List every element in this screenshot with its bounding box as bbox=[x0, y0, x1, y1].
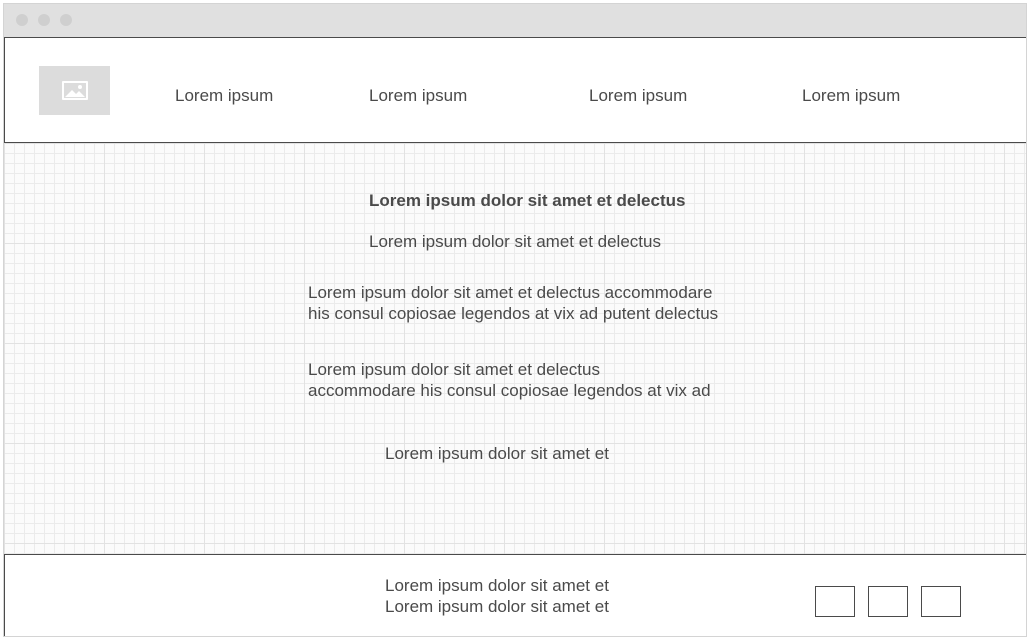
main-content: Lorem ipsum dolor sit amet et delectus L… bbox=[4, 143, 1026, 554]
content-heading: Lorem ipsum dolor sit amet et delectus bbox=[369, 191, 686, 210]
single-line-text: Lorem ipsum dolor sit amet et bbox=[385, 444, 609, 463]
window-titlebar bbox=[4, 4, 1026, 37]
footer-line-2: Lorem ipsum dolor sit amet et bbox=[385, 597, 609, 616]
minimize-window-dot[interactable] bbox=[38, 14, 50, 26]
paragraph-2-line-2: accommodare his consul copiosae legendos… bbox=[308, 381, 711, 400]
social-button-3[interactable] bbox=[921, 586, 961, 617]
paragraph-2-line-1: Lorem ipsum dolor sit amet et delectus bbox=[308, 360, 600, 379]
maximize-window-dot[interactable] bbox=[60, 14, 72, 26]
footer-text: Lorem ipsum dolor sit amet et Lorem ipsu… bbox=[385, 575, 609, 617]
close-window-dot[interactable] bbox=[16, 14, 28, 26]
nav-link-1[interactable]: Lorem ipsum bbox=[175, 86, 273, 106]
paragraph-1-line-1: Lorem ipsum dolor sit amet et delectus a… bbox=[308, 283, 713, 302]
site-footer: Lorem ipsum dolor sit amet et Lorem ipsu… bbox=[4, 554, 1026, 636]
image-icon bbox=[62, 81, 88, 100]
paragraph-2: Lorem ipsum dolor sit amet et delectus a… bbox=[308, 359, 711, 401]
nav-link-2[interactable]: Lorem ipsum bbox=[369, 86, 467, 106]
browser-window: Lorem ipsum Lorem ipsum Lorem ipsum Lore… bbox=[3, 3, 1027, 637]
paragraph-1: Lorem ipsum dolor sit amet et delectus a… bbox=[308, 282, 718, 324]
social-button-1[interactable] bbox=[815, 586, 855, 617]
nav-link-3[interactable]: Lorem ipsum bbox=[589, 86, 687, 106]
paragraph-1-line-2: his consul copiosae legendos at vix ad p… bbox=[308, 304, 719, 323]
logo-placeholder[interactable] bbox=[39, 66, 110, 115]
footer-line-1: Lorem ipsum dolor sit amet et bbox=[385, 576, 609, 595]
site-header: Lorem ipsum Lorem ipsum Lorem ipsum Lore… bbox=[4, 37, 1026, 143]
social-button-2[interactable] bbox=[868, 586, 908, 617]
nav-link-4[interactable]: Lorem ipsum bbox=[802, 86, 900, 106]
content-subheading: Lorem ipsum dolor sit amet et delectus bbox=[369, 232, 661, 251]
